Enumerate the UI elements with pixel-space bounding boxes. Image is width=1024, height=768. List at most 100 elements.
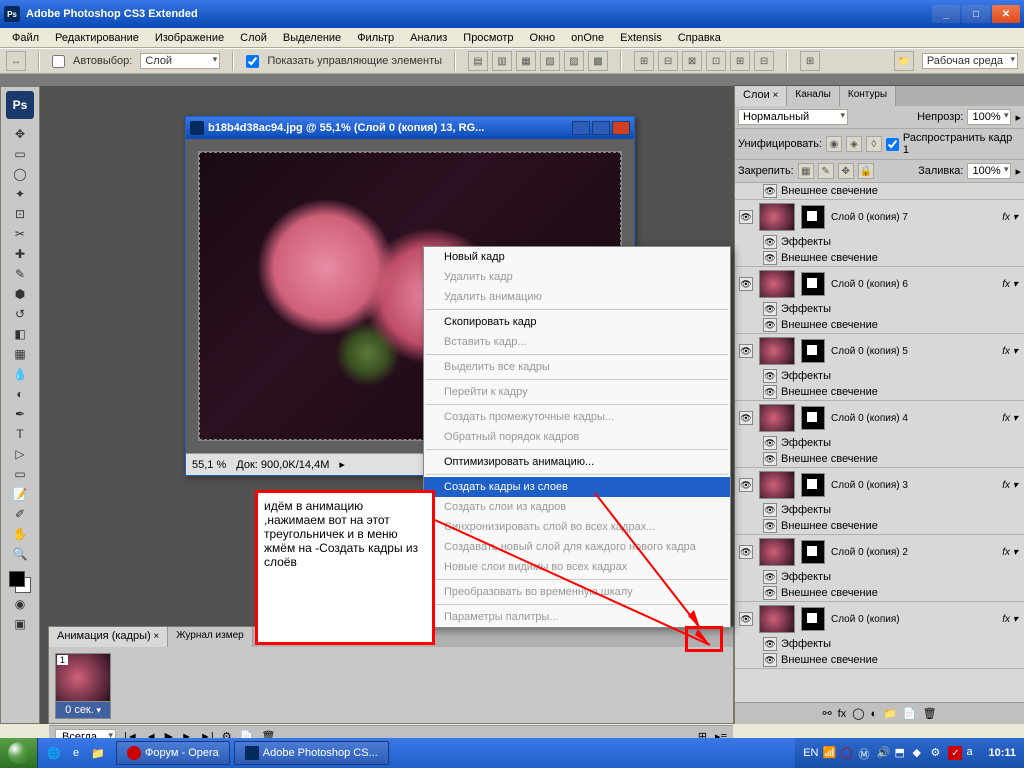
layer-row[interactable]: 👁Слой 0 (копия)fx ▾👁Эффекты👁Внешнее свеч… (735, 602, 1024, 669)
doc-min-btn[interactable] (572, 121, 590, 135)
workspace-icon[interactable]: 📁 (894, 51, 914, 71)
tray-icon[interactable]: ⬒ (894, 746, 908, 760)
tray-icon[interactable]: 🔊 (876, 746, 890, 760)
layer-name[interactable]: Слой 0 (копия) (831, 614, 994, 625)
layer-mask[interactable] (801, 339, 825, 363)
doc-close-btn[interactable] (612, 121, 630, 135)
marquee-tool[interactable]: ▭ (9, 145, 31, 163)
tab-measurements[interactable]: Журнал измер (168, 627, 252, 647)
dist-btn[interactable]: ⊡ (706, 51, 726, 71)
fx-indicator[interactable]: fx ▾ (1000, 279, 1020, 290)
crop-tool[interactable]: ⊡ (9, 205, 31, 223)
tray-icon[interactable]: 📶 (822, 746, 836, 760)
move-tool[interactable]: ✥ (9, 125, 31, 143)
align-btn[interactable]: ▨ (564, 51, 584, 71)
start-button[interactable] (0, 738, 38, 768)
align-btn[interactable]: ▧ (540, 51, 560, 71)
dist-btn[interactable]: ⊟ (658, 51, 678, 71)
tab-animation[interactable]: Анимация (кадры) × (49, 627, 168, 647)
maximize-button[interactable]: □ (962, 5, 990, 23)
fx-indicator[interactable]: fx ▾ (1000, 212, 1020, 223)
tab-paths[interactable]: Контуры (840, 86, 896, 106)
workspace-dropdown[interactable]: Рабочая среда (922, 53, 1018, 69)
clock[interactable]: 10:11 (988, 747, 1016, 759)
visibility-toggle[interactable]: 👁 (739, 411, 753, 425)
fx-indicator[interactable]: fx ▾ (1000, 413, 1020, 424)
menu-Справка[interactable]: Справка (670, 30, 729, 46)
zoom-tool[interactable]: 🔍 (9, 545, 31, 563)
adjustment-btn[interactable]: ◐ (871, 708, 878, 720)
layer-name[interactable]: Слой 0 (копия) 6 (831, 279, 994, 290)
dodge-tool[interactable]: ◐ (9, 385, 31, 403)
auto-align-btn[interactable]: ⊞ (800, 51, 820, 71)
fx-indicator[interactable]: fx ▾ (1000, 346, 1020, 357)
layer-row[interactable]: 👁Слой 0 (копия) 5fx ▾👁Эффекты👁Внешнее св… (735, 334, 1024, 401)
notes-tool[interactable]: 📝 (9, 485, 31, 503)
layer-mask[interactable] (801, 473, 825, 497)
layer-mask[interactable] (801, 272, 825, 296)
menu-Анализ[interactable]: Анализ (402, 30, 455, 46)
eyedropper-tool[interactable]: ✐ (9, 505, 31, 523)
document-titlebar[interactable]: b18b4d38ac94.jpg @ 55,1% (Слой 0 (копия)… (186, 117, 634, 139)
layer-row[interactable]: 👁Слой 0 (копия) 4fx ▾👁Эффекты👁Внешнее св… (735, 401, 1024, 468)
layer-row[interactable]: 👁Слой 0 (копия) 7fx ▾👁Эффекты👁Внешнее св… (735, 200, 1024, 267)
dist-btn[interactable]: ⊞ (730, 51, 750, 71)
menu-item[interactable]: Оптимизировать анимацию... (424, 452, 730, 472)
layer-row[interactable]: 👁Слой 0 (копия) 3fx ▾👁Эффекты👁Внешнее св… (735, 468, 1024, 535)
tray-icon[interactable]: a (966, 746, 980, 760)
menu-Фильтр[interactable]: Фильтр (349, 30, 402, 46)
layer-name[interactable]: Слой 0 (копия) 4 (831, 413, 994, 424)
heal-tool[interactable]: ✚ (9, 245, 31, 263)
new-layer-btn[interactable]: 📄 (903, 707, 917, 720)
auto-select-checkbox[interactable] (52, 55, 65, 68)
wand-tool[interactable]: ✦ (9, 185, 31, 203)
tray-icon[interactable]: ◆ (912, 746, 926, 760)
unify-btn1[interactable]: ◉ (826, 136, 842, 152)
tray-icon[interactable]: Ⓜ (858, 746, 872, 760)
menu-Extensis[interactable]: Extensis (612, 30, 670, 46)
ql-icon[interactable]: 📁 (88, 743, 108, 763)
type-tool[interactable]: T (9, 425, 31, 443)
ql-icon[interactable]: 🌐 (44, 743, 64, 763)
menu-Изображение[interactable]: Изображение (147, 30, 232, 46)
lasso-tool[interactable]: ◯ (9, 165, 31, 183)
layer-row[interactable]: 👁Слой 0 (копия) 6fx ▾👁Эффекты👁Внешнее св… (735, 267, 1024, 334)
quickmask-tool[interactable]: ◉ (9, 595, 31, 613)
link-layers-btn[interactable]: ⚯ (822, 707, 831, 720)
layer-mask[interactable] (801, 540, 825, 564)
frame-1[interactable]: 1 0 сек. ▾ (55, 653, 111, 719)
color-swatch[interactable] (9, 571, 31, 593)
stamp-tool[interactable]: ⬢ (9, 285, 31, 303)
menu-onOne[interactable]: onOne (563, 30, 612, 46)
fill-slider-arrow[interactable]: ▸ (1015, 165, 1021, 178)
opacity-input[interactable]: 100% (967, 109, 1011, 125)
tab-channels[interactable]: Каналы (787, 86, 840, 106)
pen-tool[interactable]: ✒ (9, 405, 31, 423)
dist-btn[interactable]: ⊠ (682, 51, 702, 71)
path-tool[interactable]: ▷ (9, 445, 31, 463)
zoom-level[interactable]: 55,1 % (192, 459, 226, 471)
visibility-toggle[interactable]: 👁 (739, 277, 753, 291)
visibility-toggle[interactable]: 👁 (739, 612, 753, 626)
slice-tool[interactable]: ✂ (9, 225, 31, 243)
system-tray[interactable]: EN 📶 ◯ Ⓜ 🔊 ⬒ ◆ ⚙ ✓ a 10:11 (795, 738, 1024, 768)
menu-Файл[interactable]: Файл (4, 30, 47, 46)
menu-item[interactable]: Новый кадр (424, 247, 730, 267)
unify-btn2[interactable]: ◈ (846, 136, 862, 152)
mask-btn[interactable]: ◯ (852, 707, 864, 720)
tray-icon[interactable]: ⚙ (930, 746, 944, 760)
task-opera[interactable]: Форум - Opera (116, 741, 230, 765)
fx-indicator[interactable]: fx ▾ (1000, 480, 1020, 491)
layer-mask[interactable] (801, 205, 825, 229)
menu-Окно[interactable]: Окно (522, 30, 564, 46)
delete-layer-btn[interactable]: 🗑 (923, 707, 937, 720)
lock-pos[interactable]: ✥ (838, 163, 854, 179)
opacity-slider-arrow[interactable]: ▸ (1015, 111, 1021, 124)
propagate-checkbox[interactable] (886, 138, 899, 151)
fx-btn[interactable]: fx (838, 708, 847, 720)
layer-name[interactable]: Слой 0 (копия) 5 (831, 346, 994, 357)
layer-name[interactable]: Слой 0 (копия) 3 (831, 480, 994, 491)
menu-Просмотр[interactable]: Просмотр (455, 30, 521, 46)
layer-mask[interactable] (801, 406, 825, 430)
layer-list[interactable]: 👁Внешнее свечение👁Слой 0 (копия) 7fx ▾👁Э… (735, 183, 1024, 702)
